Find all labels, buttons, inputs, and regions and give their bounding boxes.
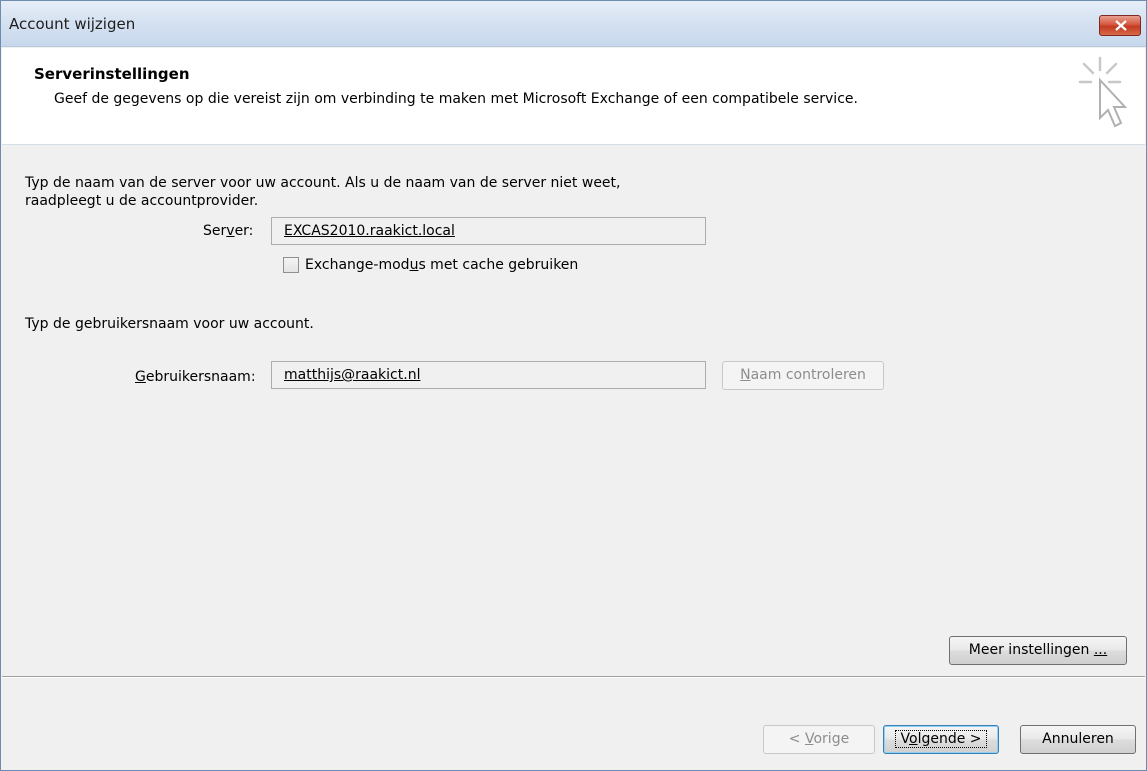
server-input[interactable]: EXCAS2010.raakict.local xyxy=(271,217,706,245)
server-instruction-line2: raadpleegt u de accountprovider. xyxy=(25,193,259,209)
next-button[interactable]: Volgende > xyxy=(883,725,999,754)
title-bar[interactable]: Account wijzigen xyxy=(1,1,1146,47)
cache-mode-checkbox[interactable] xyxy=(283,257,299,273)
username-label: Gebruikersnaam: xyxy=(135,369,256,385)
server-instruction-line1: Typ de naam van de server voor uw accoun… xyxy=(25,175,621,191)
close-icon xyxy=(1115,20,1127,31)
server-label: Server: xyxy=(203,223,254,239)
username-input[interactable]: matthijs@raakict.nl xyxy=(271,361,706,389)
account-wizard-window: Account wijzigen Serverinstellingen Geef… xyxy=(0,0,1147,771)
close-button[interactable] xyxy=(1099,15,1141,36)
cancel-button[interactable]: Annuleren xyxy=(1020,725,1136,754)
cache-mode-label[interactable]: Exchange-modus met cache gebruiken xyxy=(305,257,578,273)
page-title: Serverinstellingen xyxy=(34,65,190,83)
wizard-cursor-icon xyxy=(1078,56,1128,128)
wizard-footer xyxy=(2,678,1145,770)
more-settings-button[interactable]: Meer instellingen ... xyxy=(949,636,1127,665)
wizard-header: Serverinstellingen Geef de gegevens op d… xyxy=(2,48,1145,145)
back-button[interactable]: < Vorige xyxy=(763,725,875,754)
page-subtitle: Geef de gegevens op die vereist zijn om … xyxy=(54,91,858,107)
check-name-button[interactable]: Naam controleren xyxy=(722,361,884,390)
server-input-value: EXCAS2010.raakict.local xyxy=(284,223,455,239)
window-title: Account wijzigen xyxy=(9,15,136,33)
next-button-focus: Volgende > xyxy=(895,730,987,748)
username-input-value: matthijs@raakict.nl xyxy=(284,367,421,383)
username-instruction: Typ de gebruikersnaam voor uw account. xyxy=(25,316,314,332)
server-instruction: Typ de naam van de server voor uw accoun… xyxy=(25,174,745,210)
